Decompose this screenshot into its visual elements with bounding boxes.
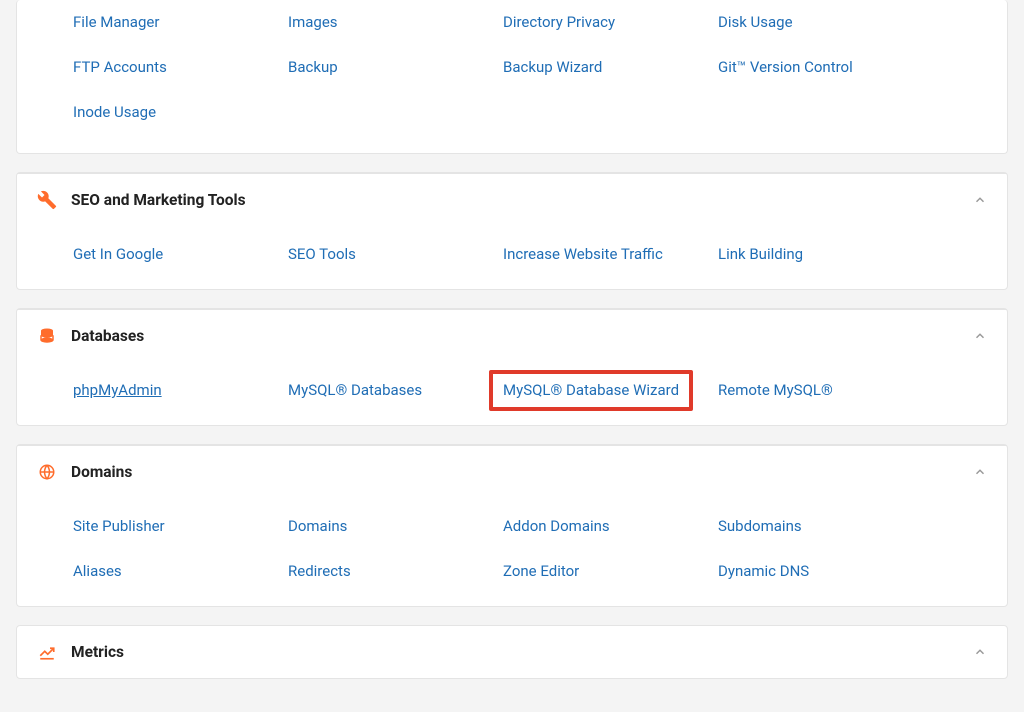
highlight-box: MySQL® Database Wizard bbox=[489, 370, 693, 411]
file-manager-link[interactable]: File Manager bbox=[73, 12, 159, 33]
panel-databases-header[interactable]: Databases bbox=[17, 309, 1007, 362]
backup-link[interactable]: Backup bbox=[288, 57, 338, 78]
zone-editor-link[interactable]: Zone Editor bbox=[503, 561, 579, 582]
panel-databases-body: phpMyAdmin MySQL® Databases MySQL® Datab… bbox=[17, 362, 1007, 425]
panel-domains-title: Domains bbox=[71, 463, 973, 481]
panel-domains: Domains Site Publisher Domains Addon Dom… bbox=[16, 444, 1008, 607]
seo-grid: Get In Google SEO Tools Increase Website… bbox=[73, 236, 987, 281]
panel-metrics: Metrics bbox=[16, 625, 1008, 679]
phpmyadmin-link[interactable]: phpMyAdmin bbox=[73, 380, 162, 401]
chevron-up-icon bbox=[973, 329, 987, 343]
panel-seo: SEO and Marketing Tools Get In Google SE… bbox=[16, 172, 1008, 290]
panel-databases: Databases phpMyAdmin MySQL® Databases My… bbox=[16, 308, 1008, 426]
panel-databases-title: Databases bbox=[71, 327, 973, 345]
domains-link[interactable]: Domains bbox=[288, 516, 347, 537]
site-publisher-link[interactable]: Site Publisher bbox=[73, 516, 165, 537]
dynamic-dns-link[interactable]: Dynamic DNS bbox=[718, 561, 809, 582]
inode-usage-link[interactable]: Inode Usage bbox=[73, 102, 156, 123]
mysql-databases-link[interactable]: MySQL® Databases bbox=[288, 380, 422, 401]
files-grid: File Manager Images Directory Privacy Di… bbox=[73, 4, 987, 139]
redirects-link[interactable]: Redirects bbox=[288, 561, 351, 582]
databases-grid: phpMyAdmin MySQL® Databases MySQL® Datab… bbox=[73, 372, 987, 417]
chevron-up-icon bbox=[973, 465, 987, 479]
get-in-google-link[interactable]: Get In Google bbox=[73, 244, 163, 265]
disk-usage-link[interactable]: Disk Usage bbox=[718, 12, 793, 33]
mysql-database-wizard-link[interactable]: MySQL® Database Wizard bbox=[503, 380, 679, 401]
panel-domains-header[interactable]: Domains bbox=[17, 445, 1007, 498]
images-link[interactable]: Images bbox=[288, 12, 338, 33]
remote-mysql-link[interactable]: Remote MySQL® bbox=[718, 380, 833, 401]
seo-tools-link[interactable]: SEO Tools bbox=[288, 244, 356, 265]
panel-seo-body: Get In Google SEO Tools Increase Website… bbox=[17, 226, 1007, 289]
panel-metrics-title: Metrics bbox=[71, 643, 973, 661]
chevron-up-icon bbox=[973, 193, 987, 207]
panel-metrics-header[interactable]: Metrics bbox=[17, 626, 1007, 678]
panel-seo-header[interactable]: SEO and Marketing Tools bbox=[17, 173, 1007, 226]
chevron-up-icon bbox=[973, 645, 987, 659]
panel-seo-title: SEO and Marketing Tools bbox=[71, 191, 973, 209]
globe-icon bbox=[37, 462, 57, 482]
link-building-link[interactable]: Link Building bbox=[718, 244, 803, 265]
panel-files: File Manager Images Directory Privacy Di… bbox=[16, 0, 1008, 154]
backup-wizard-link[interactable]: Backup Wizard bbox=[503, 57, 602, 78]
addon-domains-link[interactable]: Addon Domains bbox=[503, 516, 610, 537]
increase-website-traffic-link[interactable]: Increase Website Traffic bbox=[503, 244, 663, 265]
domains-grid: Site Publisher Domains Addon Domains Sub… bbox=[73, 508, 987, 598]
database-icon bbox=[37, 326, 57, 346]
directory-privacy-link[interactable]: Directory Privacy bbox=[503, 12, 615, 33]
tools-icon bbox=[37, 190, 57, 210]
aliases-link[interactable]: Aliases bbox=[73, 561, 122, 582]
panel-domains-body: Site Publisher Domains Addon Domains Sub… bbox=[17, 498, 1007, 606]
ftp-accounts-link[interactable]: FTP Accounts bbox=[73, 57, 167, 78]
git-version-control-link[interactable]: Git™ Version Control bbox=[718, 57, 853, 78]
chart-icon bbox=[37, 642, 57, 662]
panel-files-body: File Manager Images Directory Privacy Di… bbox=[17, 0, 1007, 153]
subdomains-link[interactable]: Subdomains bbox=[718, 516, 802, 537]
